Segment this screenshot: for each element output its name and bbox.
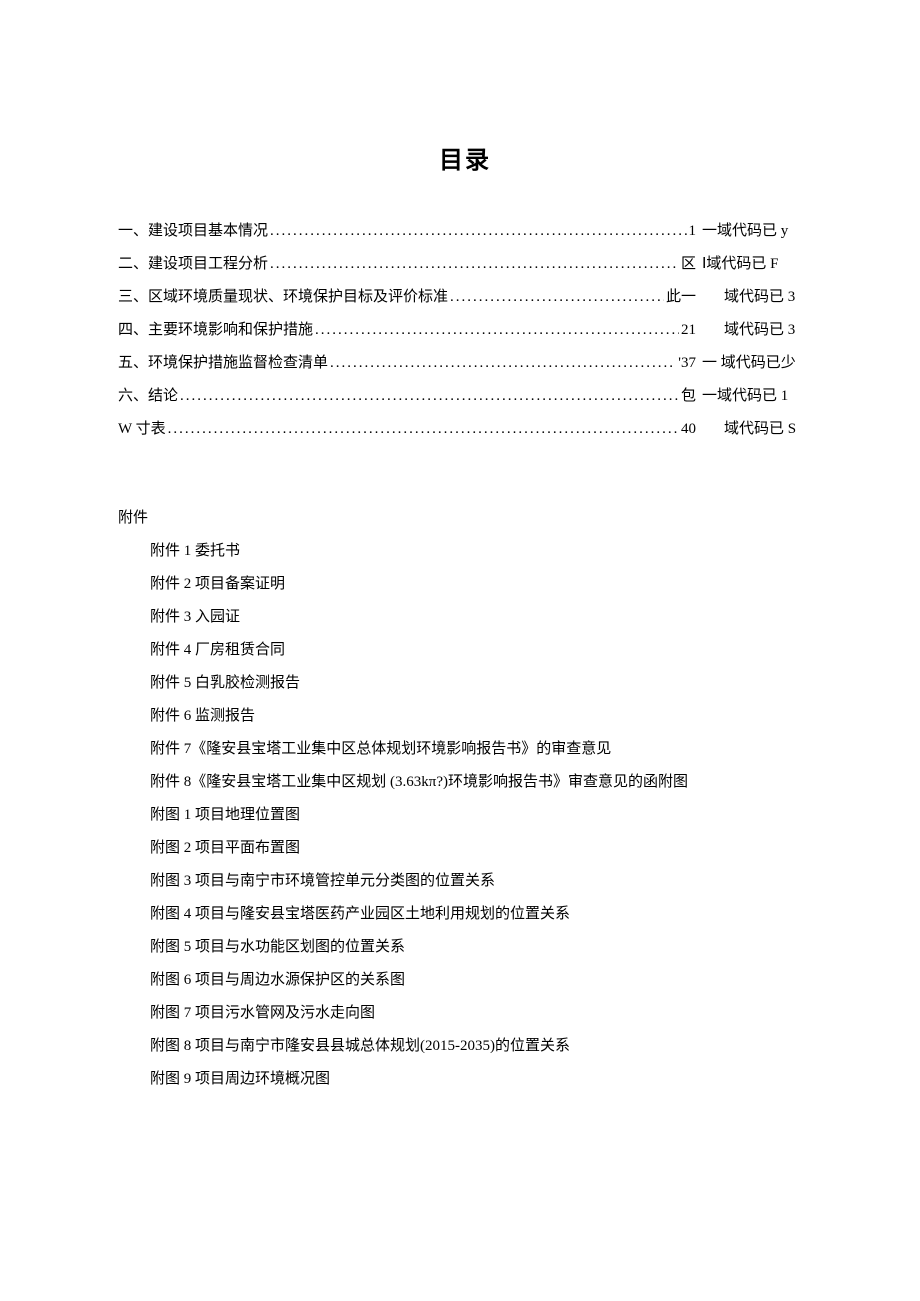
toc-page: '37	[678, 347, 696, 380]
attachment-item: 附图 2 项目平面布置图	[150, 832, 812, 865]
toc-row: 五、环境保护措施监督检查清单 '37 一 域代码已少	[118, 347, 812, 380]
toc-page: 21	[681, 314, 696, 347]
toc-label: W 寸表	[118, 413, 166, 446]
attachments-list: 附件 1 委托书附件 2 项目备案证明附件 3 入园证附件 4 厂房租赁合同附件…	[118, 535, 812, 1096]
toc-leader-dots	[450, 281, 664, 314]
toc-label: 二、建设项目工程分析	[118, 248, 268, 281]
attachment-item: 附图 4 项目与隆安县宝塔医药产业园区土地利用规划的位置关系	[150, 898, 812, 931]
attachment-item: 附图 3 项目与南宁市环境管控单元分类图的位置关系	[150, 865, 812, 898]
toc-label: 五、环境保护措施监督检查清单	[118, 347, 328, 380]
attachment-item: 附图 9 项目周边环境概况图	[150, 1063, 812, 1096]
toc-row: 三、区域环境质量现状、环境保护目标及评价标准 此一域代码已 3	[118, 281, 812, 314]
toc-leader-dots	[330, 347, 676, 380]
attachment-item: 附件 8《隆安县宝塔工业集中区规划 (3.63kπ?)环境影响报告书》审查意见的…	[150, 766, 812, 799]
toc-page: 40	[681, 413, 696, 446]
page-title: 目录	[118, 140, 812, 175]
attachment-item: 附件 5 白乳胶检测报告	[150, 667, 812, 700]
toc-page: 包	[681, 380, 696, 413]
toc-leader-dots	[180, 380, 679, 413]
toc-row: 二、建设项目工程分析 区Ⅰ域代码已 F	[118, 248, 812, 281]
toc-page: 此一	[666, 281, 696, 314]
toc-note: 一域代码已 1	[702, 380, 812, 413]
toc-page: 区	[681, 248, 696, 281]
attachments-header: 附件	[118, 506, 812, 527]
attachment-item: 附件 1 委托书	[150, 535, 812, 568]
toc-note: 域代码已 3	[702, 314, 812, 347]
toc-note: 域代码已 S	[702, 413, 812, 446]
toc-leader-dots	[168, 413, 679, 446]
toc-label: 六、结论	[118, 380, 178, 413]
toc-row: 一、建设项目基本情况 1一域代码已 y	[118, 215, 812, 248]
toc-note: Ⅰ域代码已 F	[702, 248, 812, 281]
toc-note: 域代码已 3	[702, 281, 812, 314]
attachment-item: 附件 3 入园证	[150, 601, 812, 634]
attachment-item: 附图 5 项目与水功能区划图的位置关系	[150, 931, 812, 964]
toc-label: 三、区域环境质量现状、环境保护目标及评价标准	[118, 281, 448, 314]
attachment-item: 附图 6 项目与周边水源保护区的关系图	[150, 964, 812, 997]
toc-row: W 寸表 40域代码已 S	[118, 413, 812, 446]
toc-row: 四、主要环境影响和保护措施 21域代码已 3	[118, 314, 812, 347]
toc-leader-dots	[270, 248, 679, 281]
toc-leader-dots	[270, 215, 686, 248]
toc-page: 1	[689, 215, 697, 248]
table-of-contents: 一、建设项目基本情况1一域代码已 y二、建设项目工程分析区Ⅰ域代码已 F三、区域…	[118, 215, 812, 446]
toc-label: 一、建设项目基本情况	[118, 215, 268, 248]
attachment-item: 附件 2 项目备案证明	[150, 568, 812, 601]
attachment-item: 附图 1 项目地理位置图	[150, 799, 812, 832]
attachment-item: 附件 4 厂房租赁合同	[150, 634, 812, 667]
toc-note: 一域代码已 y	[702, 215, 812, 248]
toc-note: 一 域代码已少	[702, 347, 812, 380]
attachment-item: 附件 6 监测报告	[150, 700, 812, 733]
attachment-item: 附图 8 项目与南宁市隆安县县城总体规划(2015-2035)的位置关系	[150, 1030, 812, 1063]
toc-label: 四、主要环境影响和保护措施	[118, 314, 313, 347]
attachment-item: 附件 7《隆安县宝塔工业集中区总体规划环境影响报告书》的审查意见	[150, 733, 812, 766]
attachment-item: 附图 7 项目污水管网及污水走向图	[150, 997, 812, 1030]
toc-row: 六、结论 包一域代码已 1	[118, 380, 812, 413]
toc-leader-dots	[315, 314, 679, 347]
